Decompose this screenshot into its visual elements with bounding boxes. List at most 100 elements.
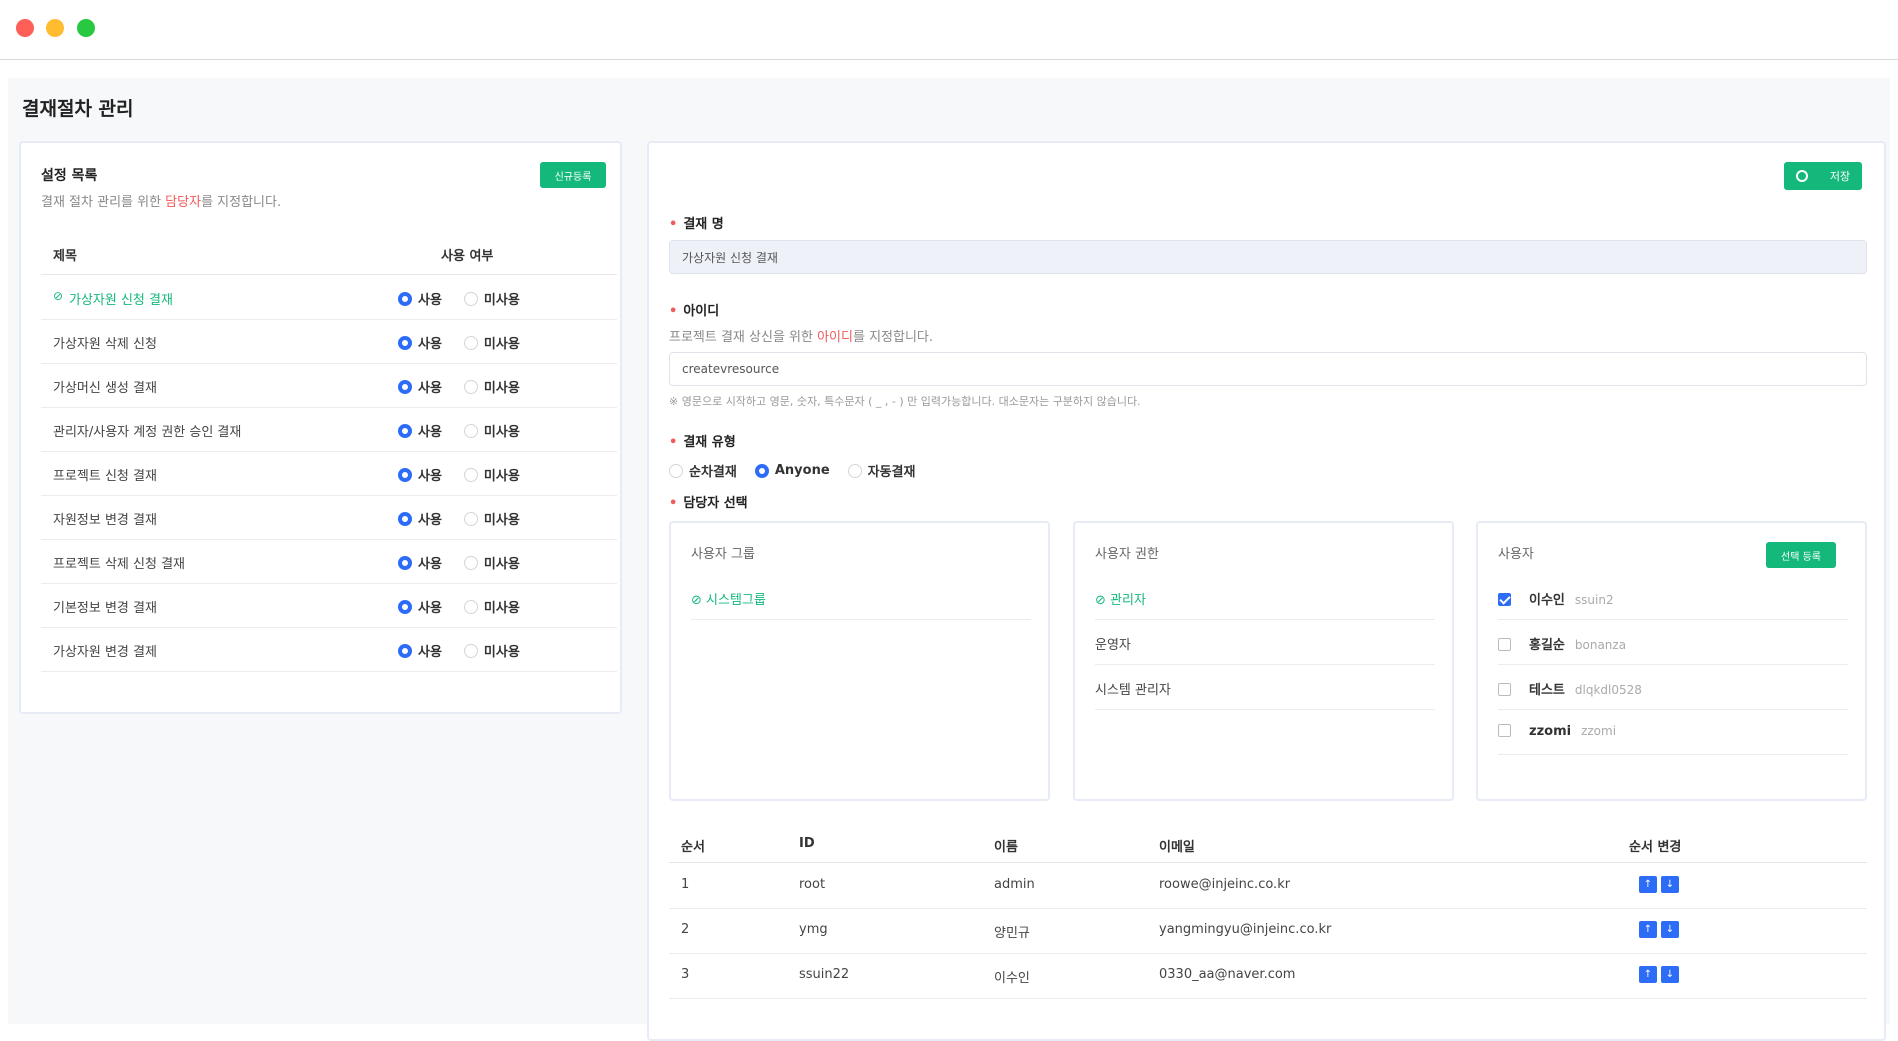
table-row: 2 ymg 양민규 yangmingyu@injeinc.co.kr ↑ ↓ — [669, 909, 1867, 954]
list-item-title: 자원정보 변경 결재 — [53, 513, 157, 528]
user-name: 테스트 — [1529, 683, 1565, 698]
user-name: 홍길순 — [1529, 638, 1565, 653]
user-item[interactable]: zzomi zzomi — [1498, 710, 1848, 755]
cell-email: 0330_aa@naver.com — [1159, 967, 1296, 982]
main-content: 결재절차 관리 설정 목록 결재 절차 관리를 위한 담당자를 지정합니다. 신… — [8, 78, 1890, 1041]
use-label: 사용 — [418, 645, 442, 660]
use-radio[interactable] — [398, 643, 412, 658]
unuse-label: 미사용 — [483, 293, 520, 308]
user-group-box: 사용자 그룹 ⊘ 시스템그룹 — [669, 521, 1050, 801]
header-reorder: 순서 변경 — [1629, 840, 1682, 855]
list-item[interactable]: 자원정보 변경 결재 사용 미사용 — [41, 496, 617, 540]
user-item[interactable]: 홍길순 bonanza — [1498, 620, 1848, 665]
check-circle-icon: ⊘ — [53, 289, 64, 303]
header-name: 이름 — [994, 840, 1018, 855]
user-role-item[interactable]: 운영자 — [1095, 620, 1435, 665]
use-label: 사용 — [418, 381, 442, 396]
user-role-item[interactable]: 시스템 관리자 — [1095, 665, 1435, 710]
approval-name-input[interactable] — [669, 240, 1867, 274]
use-radio-group: 사용 미사용 — [398, 553, 542, 572]
move-up-icon[interactable]: ↑ — [1639, 966, 1657, 983]
settings-list-panel: 설정 목록 결재 절차 관리를 위한 담당자를 지정합니다. 신규등록 제목 사… — [19, 141, 622, 714]
id-rule-note: ※ 영문으로 시작하고 영문, 숫자, 특수문자 ( _ , - ) 만 입력가… — [669, 395, 1141, 408]
select-register-button[interactable]: 선택 등록 — [1766, 542, 1836, 568]
user-checkbox[interactable] — [1498, 638, 1511, 651]
close-window-button[interactable] — [16, 19, 34, 37]
unuse-radio[interactable] — [463, 599, 478, 614]
cell-id: ymg — [799, 922, 828, 937]
use-radio[interactable] — [398, 555, 412, 570]
list-item[interactable]: 프로젝트 신청 결재 사용 미사용 — [41, 452, 617, 496]
unuse-radio[interactable] — [463, 423, 478, 438]
user-group-item[interactable]: ⊘ 시스템그룹 — [691, 575, 1031, 620]
page-title: 결재절차 관리 — [22, 98, 134, 120]
unuse-label: 미사용 — [483, 469, 520, 484]
unuse-label: 미사용 — [483, 513, 520, 528]
unuse-radio[interactable] — [463, 467, 478, 482]
use-radio[interactable] — [398, 599, 412, 614]
unuse-radio[interactable] — [463, 335, 478, 350]
user-name: zzomi — [1529, 724, 1572, 739]
use-radio[interactable] — [398, 423, 412, 438]
unuse-radio[interactable] — [463, 555, 478, 570]
list-item[interactable]: 기본정보 변경 결재 사용 미사용 — [41, 584, 617, 628]
user-role-item-label: 시스템 관리자 — [1095, 683, 1171, 698]
use-radio[interactable] — [398, 511, 412, 526]
cell-name: admin — [994, 877, 1035, 892]
unuse-radio[interactable] — [463, 643, 478, 658]
cell-order: 2 — [681, 922, 690, 937]
move-up-icon[interactable]: ↑ — [1639, 921, 1657, 938]
list-item-title: 프로젝트 삭제 신청 결재 — [53, 557, 185, 572]
approval-type-option: 자동결재 — [867, 465, 916, 480]
unuse-radio[interactable] — [463, 291, 478, 306]
maximize-window-button[interactable] — [77, 19, 95, 37]
cell-id: root — [799, 877, 826, 892]
use-label: 사용 — [418, 513, 442, 528]
cell-name: 이수인 — [994, 971, 1030, 986]
move-down-icon[interactable]: ↓ — [1661, 921, 1679, 938]
move-up-icon[interactable]: ↑ — [1639, 876, 1657, 893]
user-item[interactable]: 이수인 ssuin2 — [1498, 575, 1848, 620]
list-item[interactable]: ⊘ 가상자원 신청 결재 사용 미사용 — [41, 276, 617, 320]
save-button[interactable]: 저장 — [1784, 162, 1862, 190]
cell-email: roowe@injeinc.co.kr — [1159, 877, 1291, 892]
new-register-button[interactable]: 신규등록 — [540, 162, 606, 188]
user-item[interactable]: 테스트 dlqkdl0528 — [1498, 665, 1848, 710]
list-item-title: 기본정보 변경 결재 — [53, 601, 157, 616]
approval-type-radio[interactable] — [754, 463, 769, 478]
user-checkbox[interactable] — [1498, 593, 1511, 606]
use-radio[interactable] — [398, 335, 412, 350]
user-checkbox[interactable] — [1498, 724, 1511, 737]
id-input[interactable] — [669, 352, 1867, 386]
minimize-window-button[interactable] — [46, 19, 64, 37]
user-title: 사용자 — [1498, 547, 1534, 562]
user-id: dlqkdl0528 — [1574, 683, 1642, 697]
use-radio[interactable] — [398, 379, 412, 394]
list-item[interactable]: 관리자/사용자 계정 권한 승인 결재 사용 미사용 — [41, 408, 617, 452]
list-item[interactable]: 가상자원 변경 결제 사용 미사용 — [41, 628, 617, 672]
id-help-text: 프로젝트 결재 상신을 위한 아이디를 지정합니다. — [669, 330, 934, 345]
approval-type-radio-group: 순차결재 Anyone 자동결재 — [669, 461, 933, 480]
use-label: 사용 — [418, 601, 442, 616]
user-group-title: 사용자 그룹 — [691, 547, 755, 562]
list-item[interactable]: 가상머신 생성 결재 사용 미사용 — [41, 364, 617, 408]
use-label: 사용 — [418, 469, 442, 484]
approval-type-radio[interactable] — [847, 463, 862, 478]
approval-type-radio[interactable] — [669, 463, 683, 478]
unuse-radio[interactable] — [463, 379, 478, 394]
user-role-item-label: 운영자 — [1095, 638, 1131, 653]
list-item[interactable]: 가상자원 삭제 신청 사용 미사용 — [41, 320, 617, 364]
move-down-icon[interactable]: ↓ — [1661, 876, 1679, 893]
use-radio[interactable] — [398, 291, 412, 306]
move-down-icon[interactable]: ↓ — [1661, 966, 1679, 983]
list-item-title: 관리자/사용자 계정 권한 승인 결재 — [53, 425, 242, 440]
list-item[interactable]: 프로젝트 삭제 신청 결재 사용 미사용 — [41, 540, 617, 584]
cell-order: 3 — [681, 967, 690, 982]
approval-name-label: • 결재 명 — [669, 217, 724, 232]
unuse-radio[interactable] — [463, 511, 478, 526]
use-radio[interactable] — [398, 467, 412, 482]
user-role-item[interactable]: ⊘ 관리자 — [1095, 575, 1435, 620]
unuse-label: 미사용 — [483, 425, 520, 440]
user-checkbox[interactable] — [1498, 683, 1511, 696]
approval-type-option: Anyone — [774, 463, 830, 478]
